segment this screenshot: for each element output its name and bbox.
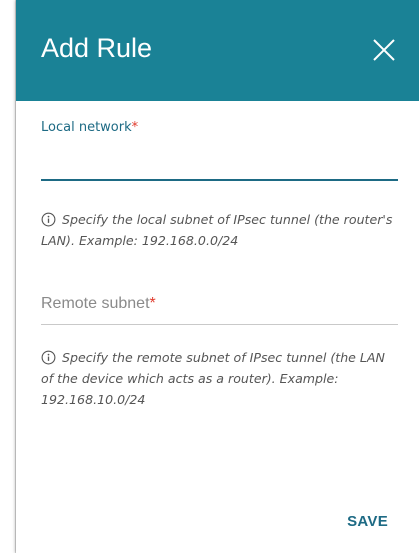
- local-network-label: Local network*: [41, 120, 399, 135]
- remote-subnet-field[interactable]: Remote subnet*: [41, 289, 398, 325]
- remote-subnet-input[interactable]: [41, 289, 398, 324]
- save-button[interactable]: SAVE: [347, 513, 388, 530]
- remote-subnet-hint: Specify the remote subnet of IPsec tunne…: [41, 347, 401, 410]
- info-icon: [41, 212, 56, 227]
- close-button[interactable]: [371, 37, 397, 63]
- dialog-body: Local network* Specify the local subnet …: [16, 101, 419, 553]
- remote-subnet-hint-text: Specify the remote subnet of IPsec tunne…: [41, 350, 385, 407]
- dialog-title: Add Rule: [41, 33, 153, 63]
- dialog-header: Add Rule: [16, 0, 419, 101]
- local-network-hint-text: Specify the local subnet of IPsec tunnel…: [41, 212, 393, 248]
- add-rule-dialog: Add Rule Local network* Specify the loca…: [16, 0, 419, 553]
- background-page-edge: [0, 0, 16, 553]
- info-icon: [41, 350, 56, 365]
- local-network-hint: Specify the local subnet of IPsec tunnel…: [41, 209, 401, 251]
- required-mark: *: [131, 120, 139, 135]
- local-network-input[interactable]: [41, 151, 398, 181]
- local-network-label-text: Local network: [41, 120, 132, 135]
- close-icon: [373, 38, 395, 61]
